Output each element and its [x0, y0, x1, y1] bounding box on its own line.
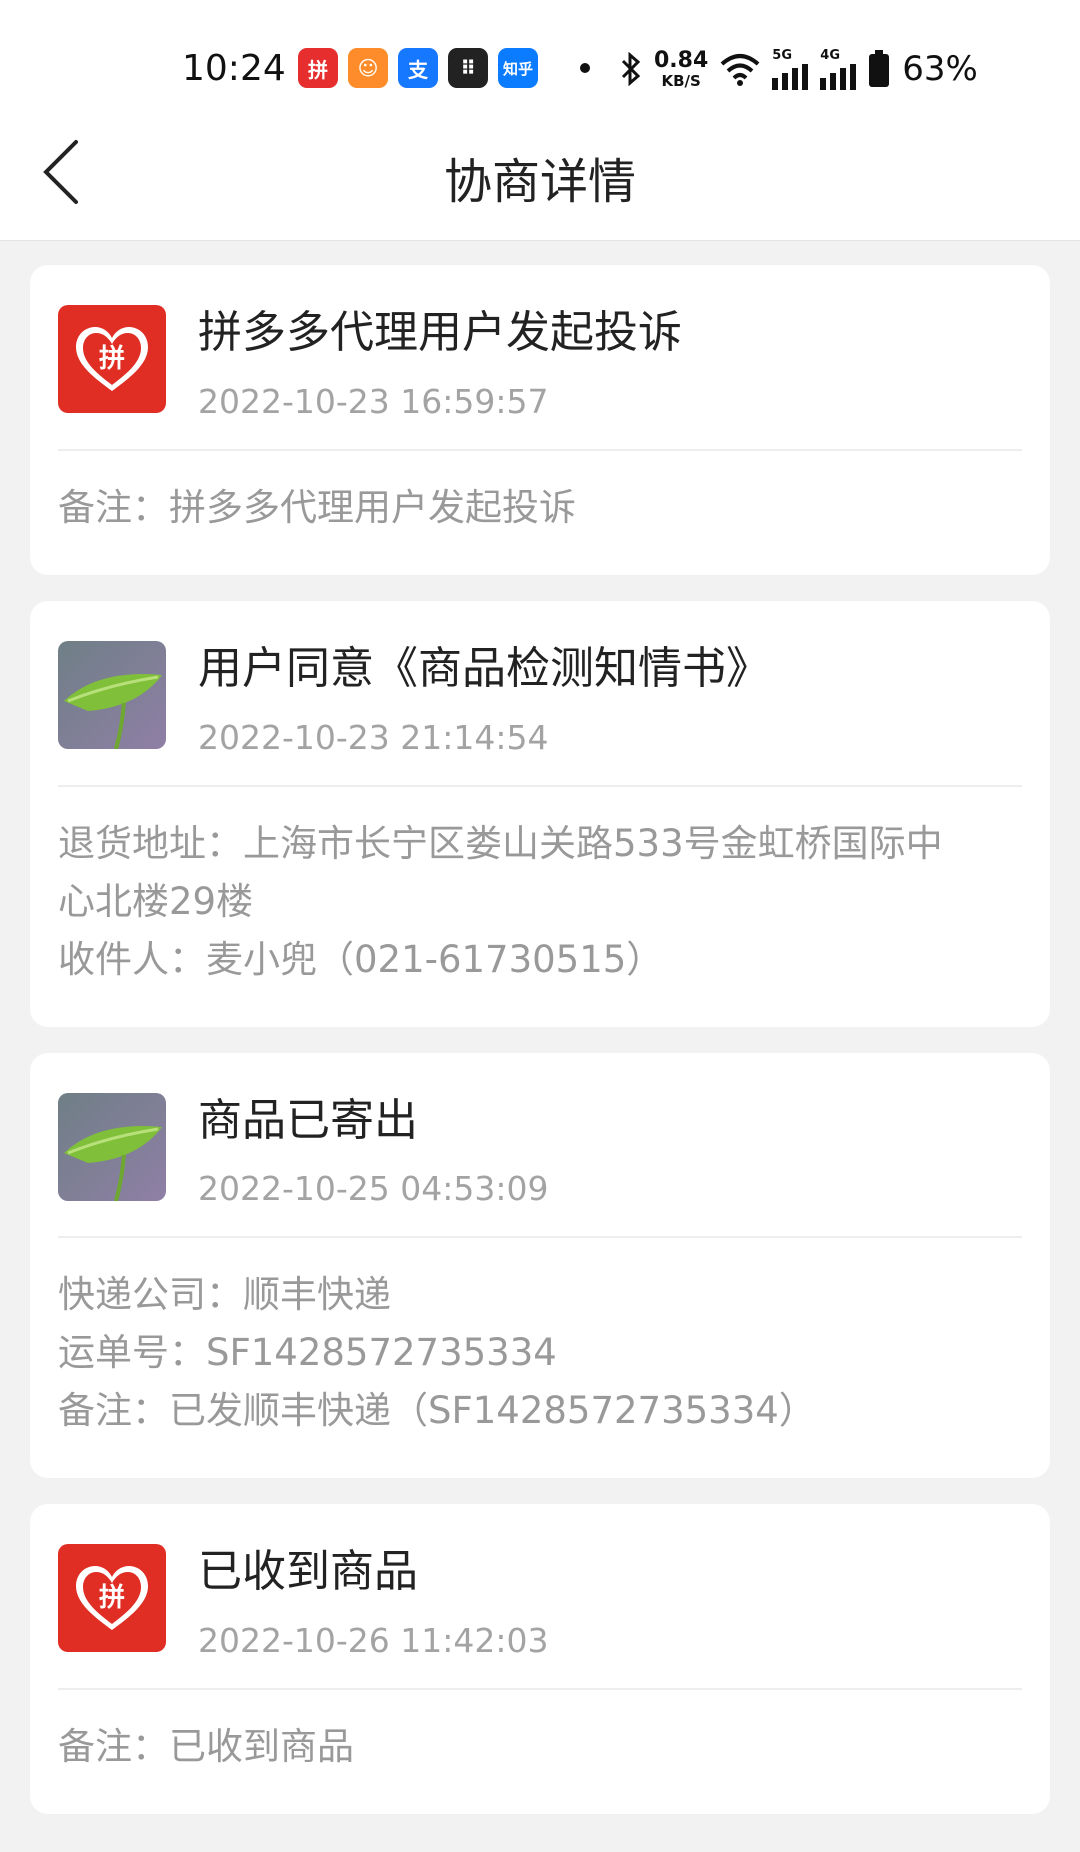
- record-header-text: 用户同意《商品检测知情书》 2022-10-23 21:14:54: [198, 641, 770, 757]
- record-card: 用户同意《商品检测知情书》 2022-10-23 21:14:54 退货地址：上…: [30, 600, 1050, 1027]
- record-header-text: 商品已寄出 2022-10-25 04:53:09: [198, 1093, 548, 1209]
- network-speed-value: 0.84: [654, 47, 709, 73]
- top-area: 10:24 拼 ☺ 支 ⠿ 知乎 0.84 KB/S 5G 4G 63% 协商详…: [0, 0, 1080, 241]
- record-time: 2022-10-25 04:53:09: [198, 1169, 549, 1209]
- status-bar: 10:24 拼 ☺ 支 ⠿ 知乎 0.84 KB/S 5G 4G 63%: [0, 38, 1080, 102]
- network-speed-unit: KB/S: [661, 71, 701, 90]
- record-title: 已收到商品: [198, 1546, 418, 1598]
- person-app-icon: ☺: [348, 48, 388, 88]
- status-time: 10:24: [182, 48, 286, 89]
- nav-bar: 协商详情: [0, 120, 1080, 230]
- wifi-icon: [720, 54, 760, 86]
- record-remark: 备注：拼多多代理用户发起投诉: [58, 485, 576, 529]
- notification-dot-icon: [580, 63, 590, 73]
- record-card: 商品已寄出 2022-10-25 04:53:09 快递公司：顺丰快递 运单号：…: [30, 1052, 1050, 1479]
- return-address-continued: 心北楼29楼: [58, 879, 254, 923]
- svg-text:拼: 拼: [99, 344, 125, 374]
- record-header: 拼 拼多多代理用户发起投诉 2022-10-23 16:59:57: [58, 265, 1022, 451]
- return-address: 退货地址：上海市长宁区娄山关路533号金虹桥国际中: [58, 821, 943, 865]
- record-body: 退货地址：上海市长宁区娄山关路533号金虹桥国际中 心北楼29楼 收件人：麦小兜…: [58, 787, 1022, 1027]
- record-header: 商品已寄出 2022-10-25 04:53:09: [58, 1053, 1022, 1239]
- bluetooth-icon: [621, 52, 641, 86]
- record-header-text: 已收到商品 2022-10-26 11:42:03: [198, 1544, 548, 1660]
- signal-bars-icon: [820, 63, 857, 90]
- signal-5g-label: 5G: [772, 47, 792, 63]
- record-title: 用户同意《商品检测知情书》: [198, 642, 770, 694]
- alipay-icon: 支: [398, 48, 438, 88]
- battery-icon: [869, 50, 890, 87]
- record-card: 拼 已收到商品 2022-10-26 11:42:03 备注：已收到商品: [30, 1504, 1050, 1815]
- pinduoduo-icon: 拼: [298, 48, 338, 88]
- status-app-icons: 拼 ☺ 支 ⠿ 知乎: [298, 48, 538, 88]
- network-speed: 0.84 KB/S: [654, 47, 709, 90]
- pinduoduo-logo-icon: 拼: [58, 1544, 166, 1653]
- record-time: 2022-10-23 16:59:57: [198, 381, 549, 421]
- page-title: 协商详情: [443, 154, 636, 210]
- signal-5g: 5G: [772, 47, 809, 90]
- pinduoduo-logo-icon: 拼: [58, 305, 166, 413]
- signal-bars-icon: [772, 63, 809, 90]
- record-header: 拼 已收到商品 2022-10-26 11:42:03: [58, 1504, 1022, 1691]
- battery-percent: 63%: [902, 49, 978, 89]
- record-header: 用户同意《商品检测知情书》 2022-10-23 21:14:54: [58, 601, 1022, 787]
- record-time: 2022-10-23 21:14:54: [198, 717, 549, 757]
- tracking-number: 运单号：SF1428572735334: [58, 1331, 557, 1375]
- record-body: 备注：已收到商品: [58, 1690, 1022, 1814]
- record-time: 2022-10-26 11:42:03: [198, 1621, 549, 1661]
- record-remark: 备注：已收到商品: [58, 1725, 354, 1769]
- record-card: 拼 拼多多代理用户发起投诉 2022-10-23 16:59:57 备注：拼多多…: [30, 265, 1050, 575]
- dots-app-icon: ⠿: [448, 48, 488, 88]
- record-remark: 备注：已发顺丰快递（SF1428572735334）: [58, 1389, 816, 1433]
- negotiation-record-list: 拼 拼多多代理用户发起投诉 2022-10-23 16:59:57 备注：拼多多…: [30, 265, 1050, 1840]
- courier-company: 快递公司：顺丰快递: [58, 1273, 391, 1317]
- user-leaf-avatar-icon: [58, 1092, 166, 1201]
- zhihu-icon: 知乎: [498, 48, 538, 88]
- record-body: 快递公司：顺丰快递 运单号：SF1428572735334 备注：已发顺丰快递（…: [58, 1238, 1022, 1478]
- user-leaf-avatar-icon: [58, 640, 166, 749]
- signal-4g: 4G: [820, 47, 857, 90]
- signal-4g-label: 4G: [820, 47, 840, 63]
- status-indicators: 0.84 KB/S 5G 4G 63%: [620, 44, 978, 94]
- record-body: 备注：拼多多代理用户发起投诉: [58, 451, 1022, 575]
- svg-text:拼: 拼: [99, 1583, 125, 1613]
- recipient: 收件人：麦小兜（021-61730515）: [58, 937, 664, 981]
- record-title: 商品已寄出: [198, 1094, 418, 1146]
- record-title: 拼多多代理用户发起投诉: [198, 307, 682, 358]
- record-header-text: 拼多多代理用户发起投诉 2022-10-23 16:59:57: [198, 305, 682, 421]
